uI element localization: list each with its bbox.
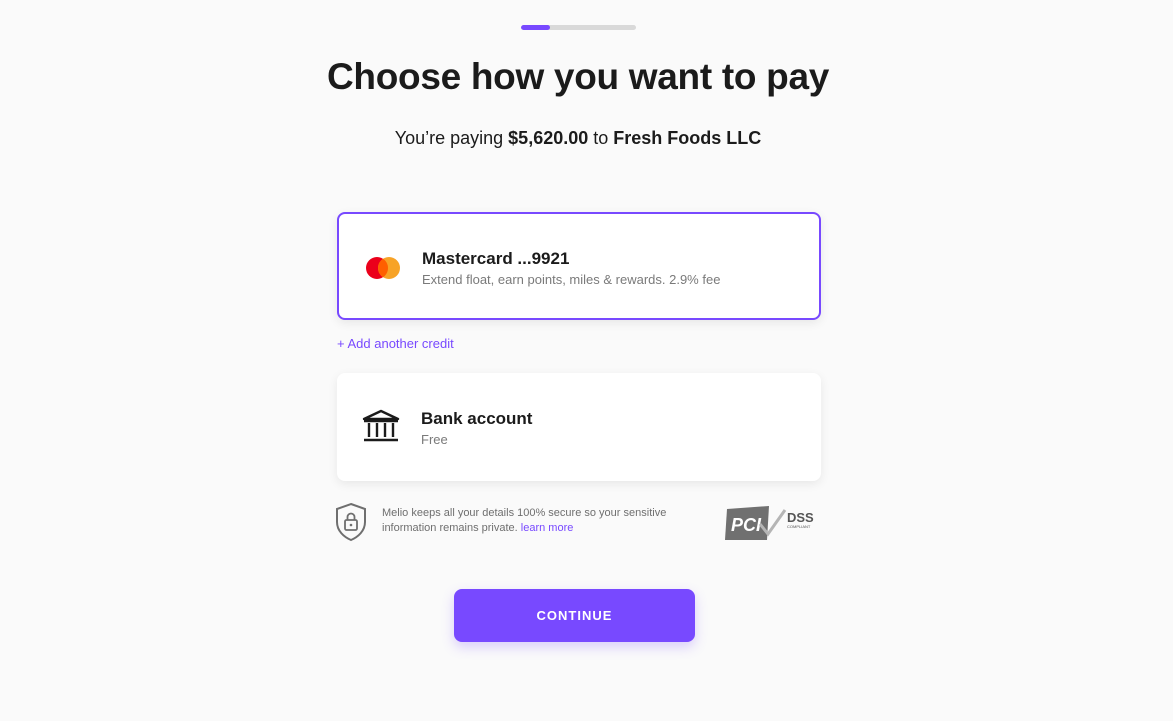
pci-dss-badge-icon: PCI DSS COMPLIANT [725, 506, 814, 540]
security-note: Melio keeps all your details 100% secure… [334, 502, 824, 546]
compliant-badge-label: COMPLIANT [787, 524, 811, 529]
page-title: Choose how you want to pay [327, 56, 829, 97]
mastercard-icon [366, 257, 400, 279]
progress-bar [521, 25, 636, 30]
shield-lock-icon [336, 502, 366, 542]
bank-account-option[interactable]: Bank account Free [337, 373, 821, 481]
bank-account-description: Free [421, 432, 448, 447]
payment-summary: You’re paying $5,620.00 to Fresh Foods L… [0, 128, 1156, 149]
continue-button[interactable]: CONTINUE [454, 589, 695, 642]
credit-card-option[interactable]: Mastercard ...9921 Extend float, earn po… [337, 212, 821, 320]
dss-badge-label: DSS [787, 510, 814, 525]
add-credit-link[interactable]: + Add another credit [337, 336, 454, 351]
security-text: Melio keeps all your details 100% secure… [382, 506, 702, 536]
summary-middle: to [588, 128, 614, 148]
payee-name: Fresh Foods LLC [613, 128, 762, 148]
credit-card-title: Mastercard ...9921 [422, 249, 570, 268]
learn-more-link[interactable]: learn more [521, 522, 574, 534]
credit-card-description: Extend float, earn points, miles & rewar… [422, 272, 721, 287]
payment-amount: $5,620.00 [508, 128, 589, 148]
summary-prefix: You’re paying [394, 128, 509, 148]
bank-account-title: Bank account [421, 409, 533, 428]
pci-badge-label: PCI [731, 515, 762, 535]
progress-fill [521, 25, 550, 30]
bank-icon [362, 409, 400, 442]
